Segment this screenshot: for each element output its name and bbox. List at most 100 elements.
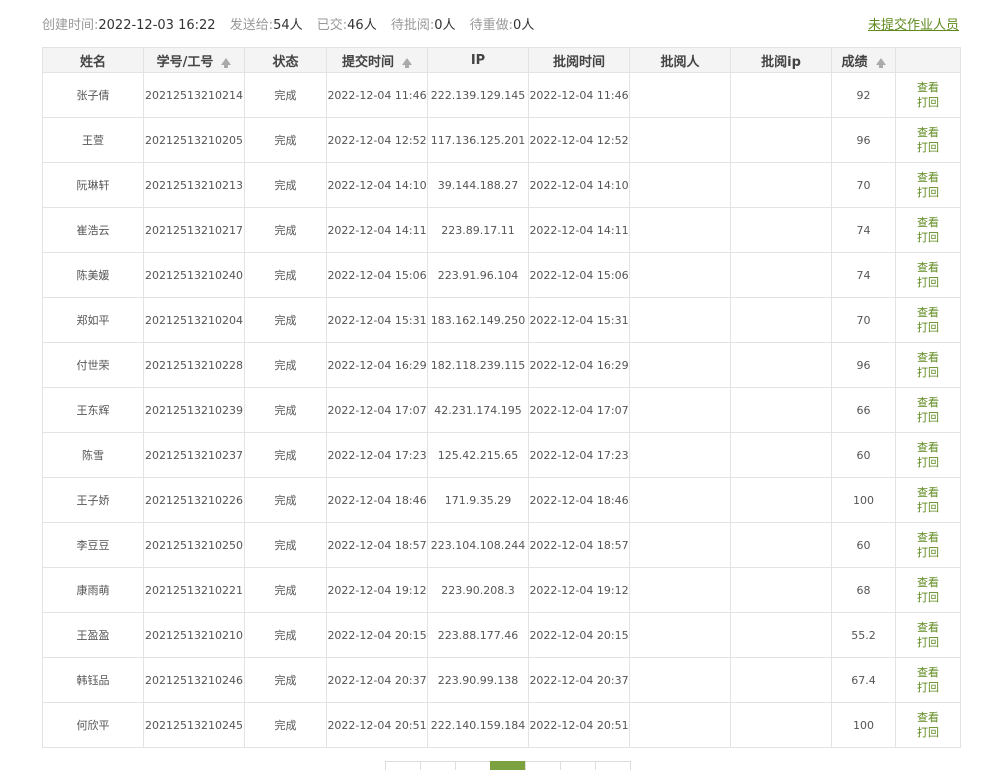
cell-score: 70 (831, 162, 896, 208)
cell-actions: 查看 打回 (895, 342, 961, 388)
page-button[interactable] (560, 761, 596, 770)
col-header-submit-time[interactable]: 提交时间 (326, 47, 428, 73)
cell-reviewer (629, 522, 731, 568)
view-link[interactable]: 查看 (897, 530, 960, 545)
cell-review-time: 2022-12-04 15:31 (528, 297, 630, 343)
view-link[interactable]: 查看 (897, 485, 960, 500)
view-link[interactable]: 查看 (897, 350, 960, 365)
cell-student-name: 王子娇 (42, 477, 144, 523)
view-link[interactable]: 查看 (897, 440, 960, 455)
cell-student-id: 20212513210228 (143, 342, 245, 388)
return-link[interactable]: 打回 (897, 590, 960, 605)
view-link[interactable]: 查看 (897, 575, 960, 590)
cell-status: 完成 (244, 432, 327, 478)
cell-submit-time: 2022-12-04 15:31 (326, 297, 428, 343)
col-header-id-label: 学号/工号 (156, 54, 214, 70)
cell-reviewer-ip (730, 477, 832, 523)
return-link[interactable]: 打回 (897, 95, 960, 110)
cell-submit-time: 2022-12-04 20:37 (326, 657, 428, 703)
col-header-reviewer-ip: 批阅ip (730, 47, 832, 73)
cell-status: 完成 (244, 387, 327, 433)
cell-score: 100 (831, 702, 896, 748)
return-link[interactable]: 打回 (897, 320, 960, 335)
table-row: 李豆豆 20212513210250 完成 2022-12-04 18:57 223.1… (42, 522, 961, 568)
return-link[interactable]: 打回 (897, 410, 960, 425)
view-link[interactable]: 查看 (897, 710, 960, 725)
cell-submit-time: 2022-12-04 16:29 (326, 342, 428, 388)
return-link[interactable]: 打回 (897, 455, 960, 470)
view-link[interactable]: 查看 (897, 215, 960, 230)
cell-student-name: 何欣平 (42, 702, 144, 748)
sort-arrow-icon[interactable] (402, 57, 412, 68)
return-link[interactable]: 打回 (897, 230, 960, 245)
col-header-review-time: 批阅时间 (528, 47, 630, 73)
return-link[interactable]: 打回 (897, 635, 960, 650)
cell-status: 完成 (244, 162, 327, 208)
page-button[interactable] (385, 761, 421, 770)
return-link[interactable]: 打回 (897, 725, 960, 740)
cell-score: 74 (831, 207, 896, 253)
return-link[interactable]: 打回 (897, 140, 960, 155)
return-link[interactable]: 打回 (897, 680, 960, 695)
page-button[interactable] (420, 761, 456, 770)
cell-actions: 查看 打回 (895, 207, 961, 253)
sort-arrow-icon[interactable] (875, 57, 886, 68)
sort-arrow-icon[interactable] (221, 57, 232, 68)
cell-actions: 查看 打回 (895, 702, 961, 748)
cell-reviewer-ip (730, 72, 832, 118)
cell-reviewer-ip (730, 342, 832, 388)
page-button[interactable] (455, 761, 491, 770)
view-link[interactable]: 查看 (897, 170, 960, 185)
view-link[interactable]: 查看 (897, 395, 960, 410)
col-header-score[interactable]: 成绩 (831, 47, 896, 73)
page-button[interactable] (595, 761, 631, 770)
cell-submit-ip: 42.231.174.195 (427, 387, 529, 433)
cell-review-time: 2022-12-04 17:07 (528, 387, 630, 433)
cell-student-id: 20212513210204 (143, 297, 245, 343)
cell-reviewer (629, 252, 731, 298)
return-link[interactable]: 打回 (897, 185, 960, 200)
view-link[interactable]: 查看 (897, 620, 960, 635)
cell-score: 55.2 (831, 612, 896, 658)
cell-reviewer (629, 657, 731, 703)
cell-student-name: 陈美媛 (42, 252, 144, 298)
table-row: 何欣平 20212513210245 完成 2022-12-04 20:51 222.1… (42, 702, 961, 748)
cell-score: 92 (831, 72, 896, 118)
table-row: 郑如平 20212513210204 完成 2022-12-04 15:31 183.1… (42, 297, 961, 343)
view-link[interactable]: 查看 (897, 125, 960, 140)
col-header-review-time-label: 批阅时间 (552, 54, 605, 70)
return-link[interactable]: 打回 (897, 365, 960, 380)
cell-reviewer (629, 162, 731, 208)
view-link[interactable]: 查看 (897, 305, 960, 320)
cell-student-name: 王萱 (42, 117, 144, 163)
view-link[interactable]: 查看 (897, 260, 960, 275)
return-link[interactable]: 打回 (897, 275, 960, 290)
return-link[interactable]: 打回 (897, 545, 960, 560)
table-row: 韩钰品 20212513210246 完成 2022-12-04 20:37 223.9… (42, 657, 961, 703)
cell-reviewer-ip (730, 567, 832, 613)
cell-student-id: 20212513210237 (143, 432, 245, 478)
table-row: 陈美媛 20212513210240 完成 2022-12-04 15:06 223.9… (42, 252, 961, 298)
view-link[interactable]: 查看 (897, 80, 960, 95)
redo-count: 0人 (513, 18, 535, 33)
cell-submit-ip: 223.88.177.46 (427, 612, 529, 658)
return-link[interactable]: 打回 (897, 500, 960, 515)
unsubmitted-students-link[interactable]: 未提交作业人员 (868, 16, 959, 36)
cell-submit-ip: 39.144.188.27 (427, 162, 529, 208)
cell-submit-ip: 125.42.215.65 (427, 432, 529, 478)
cell-review-time: 2022-12-04 15:06 (528, 252, 630, 298)
cell-actions: 查看 打回 (895, 657, 961, 703)
table-row: 付世荣 20212513210228 完成 2022-12-04 16:29 182.1… (42, 342, 961, 388)
cell-reviewer-ip (730, 612, 832, 658)
page-button[interactable] (525, 761, 561, 770)
cell-student-id: 20212513210226 (143, 477, 245, 523)
col-header-status: 状态 (244, 47, 327, 73)
view-link[interactable]: 查看 (897, 665, 960, 680)
col-header-id[interactable]: 学号/工号 (143, 47, 245, 73)
cell-actions: 查看 打回 (895, 522, 961, 568)
cell-score: 74 (831, 252, 896, 298)
cell-reviewer (629, 612, 731, 658)
cell-status: 完成 (244, 657, 327, 703)
current-page-button[interactable] (490, 761, 526, 770)
cell-status: 完成 (244, 702, 327, 748)
